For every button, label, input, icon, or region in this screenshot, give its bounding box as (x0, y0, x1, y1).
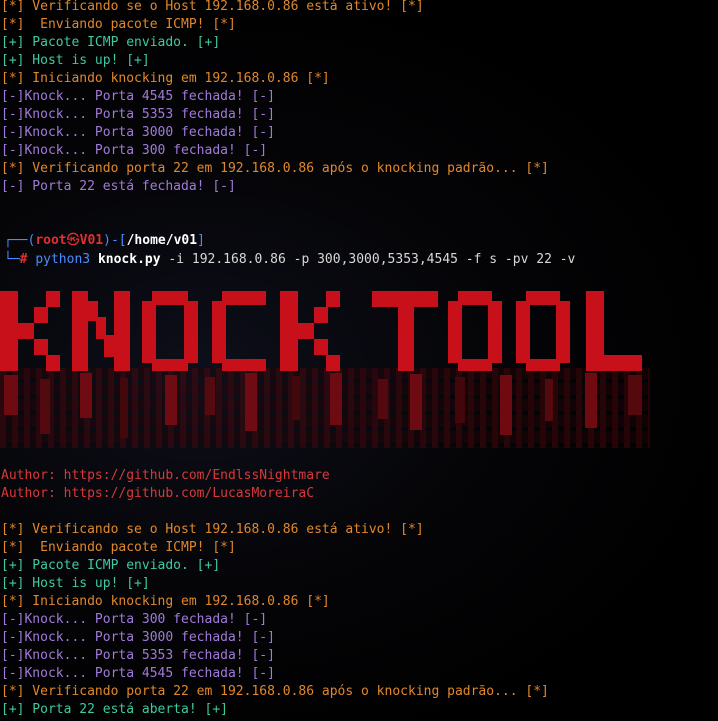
output-line-success: [+] Porta 22 está aberta! [+] (1, 702, 228, 717)
output-line-fail: [-] Porta 22 está fechada! [-] (1, 179, 236, 194)
output-line-fail: [-]Knock... Porta 3000 fechada! [-] (1, 630, 275, 645)
output-line-fail: [-]Knock... Porta 4545 fechada! [-] (1, 89, 275, 104)
command-script: knock.py (97, 252, 161, 267)
output-line-info: [*] Enviando pacote ICMP! [*] (1, 17, 236, 32)
output-line-success: [+] Host is up! [+] (1, 53, 150, 68)
knock-tool-banner-logo (0, 291, 650, 448)
prompt-bracket: )-[ (103, 233, 127, 248)
prompt-at-symbol: ㉿ (66, 233, 80, 248)
prompt-user: root (35, 233, 67, 248)
output-line-fail: [-]Knock... Porta 300 fechada! [-] (1, 612, 268, 627)
output-line-fail: [-]Knock... Porta 300 fechada! [-] (1, 143, 268, 158)
output-line-fail: [-]Knock... Porta 4545 fechada! [-] (1, 666, 275, 681)
output-line-success: [+] Pacote ICMP enviado. [+] (1, 35, 221, 50)
prompt-header: ┌──(root㉿V01)-[/home/v01] (4, 232, 205, 250)
prompt-corner-top: ┌──( (4, 233, 36, 248)
author-line: Author: https://github.com/EndlssNightma… (1, 468, 330, 483)
output-line-info: [*] Verificando se o Host 192.168.0.86 e… (1, 0, 424, 14)
terminal-window[interactable]: [*] Verificando se o Host 192.168.0.86 e… (0, 0, 718, 721)
output-line-fail: [-]Knock... Porta 5353 fechada! [-] (1, 107, 275, 122)
output-line-info: [*] Verificando se o Host 192.168.0.86 e… (1, 522, 424, 537)
output-line-info: [*] Iniciando knocking em 192.168.0.86 [… (1, 71, 330, 86)
output-line-info: [*] Verificando porta 22 em 192.168.0.86… (1, 684, 549, 699)
output-line-success: [+] Host is up! [+] (1, 576, 150, 591)
output-line-fail: [-]Knock... Porta 3000 fechada! [-] (1, 125, 275, 140)
output-line-info: [*] Iniciando knocking em 192.168.0.86 [… (1, 594, 330, 609)
command-args: -i 192.168.0.86 -p 300,3000,5353,4545 -f… (168, 252, 576, 267)
prompt-path: /home/v01 (126, 233, 198, 248)
prompt-symbol: # (19, 252, 28, 267)
prompt-corner-bottom: └─ (4, 252, 20, 267)
output-line-fail: [-]Knock... Porta 5353 fechada! [-] (1, 648, 275, 663)
output-line-info: [*] Verificando porta 22 em 192.168.0.86… (1, 161, 549, 176)
command-name: python3 (35, 252, 91, 267)
prompt-bracket-close: ] (197, 233, 205, 248)
output-line-info: [*] Enviando pacote ICMP! [*] (1, 540, 236, 555)
prompt-command-line[interactable]: └─# python3 knock.py -i 192.168.0.86 -p … (4, 251, 575, 269)
output-line-success: [+] Pacote ICMP enviado. [+] (1, 558, 221, 573)
author-line: Author: https://github.com/LucasMoreiraC (1, 486, 315, 501)
prompt-host: V01 (79, 233, 104, 248)
